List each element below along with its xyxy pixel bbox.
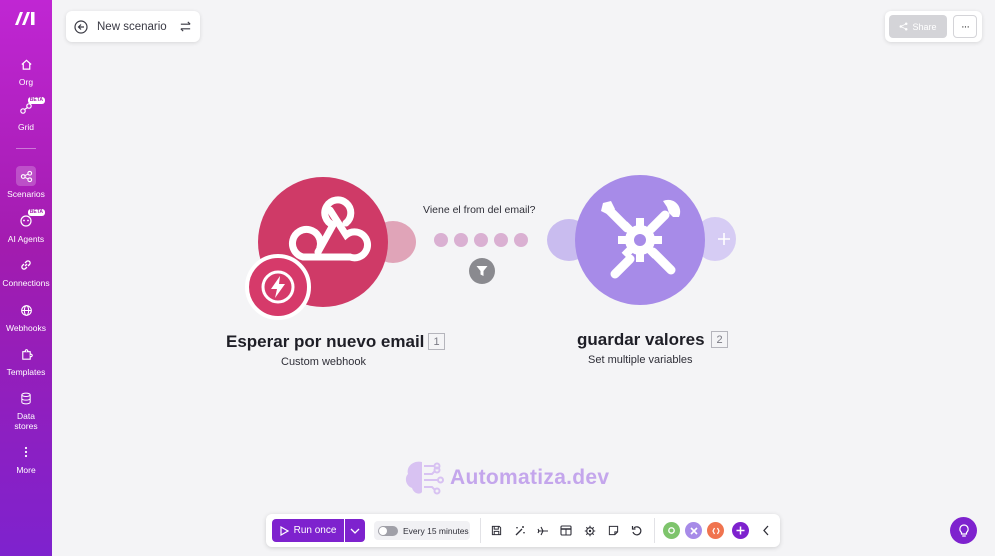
more-options-button[interactable]: ··· bbox=[953, 15, 977, 38]
sidebar-item-label: Data stores bbox=[14, 411, 38, 431]
schedule-label: Every 15 minutes bbox=[403, 525, 469, 536]
sidebar-item-templates[interactable]: Templates bbox=[0, 344, 52, 377]
add-app-button[interactable] bbox=[732, 522, 749, 539]
top-right-actions: Share ··· bbox=[885, 11, 982, 42]
help-button[interactable] bbox=[950, 517, 977, 544]
toolbar-divider bbox=[654, 518, 655, 543]
share-icon bbox=[900, 22, 908, 31]
route-dot bbox=[434, 233, 448, 247]
run-once-button[interactable]: Run once bbox=[272, 519, 344, 542]
lightbulb-icon bbox=[958, 523, 969, 537]
sidebar-item-label: Templates bbox=[6, 367, 46, 377]
sidebar-item-scenarios[interactable]: Scenarios bbox=[0, 166, 52, 199]
module-1-number: 1 bbox=[428, 333, 445, 350]
table-icon[interactable] bbox=[558, 523, 573, 538]
filter-button[interactable] bbox=[469, 258, 495, 284]
share-label: Share bbox=[912, 21, 937, 32]
sidebar-item-label: Grid bbox=[17, 122, 35, 132]
more-vertical-icon bbox=[16, 442, 36, 462]
sidebar-divider bbox=[16, 148, 36, 149]
swap-icon[interactable] bbox=[179, 20, 192, 33]
sidebar-item-label: AI Agents bbox=[7, 234, 45, 244]
globe-icon bbox=[16, 300, 36, 320]
module-2-tools[interactable] bbox=[575, 175, 705, 305]
sidebar-item-connections[interactable]: Connections bbox=[0, 255, 52, 288]
airplane-icon[interactable] bbox=[535, 523, 550, 538]
plus-icon bbox=[718, 233, 730, 245]
sidebar-item-grid[interactable]: BETA Grid bbox=[0, 97, 52, 132]
tools-app-icon[interactable] bbox=[685, 522, 702, 539]
sidebar-item-label: Org bbox=[18, 77, 34, 87]
route-label[interactable]: Viene el from del email? bbox=[423, 204, 535, 216]
beta-badge: BETA bbox=[27, 209, 45, 216]
magic-wand-icon[interactable] bbox=[512, 523, 527, 538]
module-2-title[interactable]: guardar valores bbox=[577, 330, 705, 350]
puzzle-icon bbox=[16, 344, 36, 364]
ai-agent-icon: BETA bbox=[16, 209, 45, 231]
sidebar: Org BETA Grid Scenarios BETA AI Agents C… bbox=[0, 0, 52, 556]
run-once-label: Run once bbox=[293, 525, 337, 536]
home-icon bbox=[16, 54, 36, 74]
lightning-icon bbox=[261, 270, 295, 304]
plus-icon bbox=[736, 526, 745, 535]
sidebar-item-label: Connections bbox=[2, 278, 50, 288]
route-dot bbox=[494, 233, 508, 247]
instant-trigger-badge bbox=[245, 254, 311, 320]
link-icon bbox=[16, 255, 36, 275]
route-dot bbox=[514, 233, 528, 247]
watermark-text: Automatiza.dev bbox=[450, 466, 610, 489]
json-app-icon[interactable] bbox=[707, 522, 724, 539]
sidebar-item-label: More bbox=[16, 465, 36, 475]
sidebar-item-label: Scenarios bbox=[7, 189, 45, 199]
undo-icon[interactable] bbox=[629, 523, 644, 538]
sidebar-item-data-stores[interactable]: Data stores bbox=[0, 388, 52, 431]
scenarios-icon bbox=[16, 166, 36, 186]
route-dot bbox=[474, 233, 488, 247]
bottom-toolbar: Run once Every 15 minutes bbox=[266, 514, 780, 547]
sidebar-item-label: Webhooks bbox=[5, 323, 46, 333]
database-icon bbox=[16, 388, 36, 408]
grid-icon: BETA bbox=[16, 97, 45, 119]
module-1-subtitle: Custom webhook bbox=[281, 356, 366, 368]
route-dot bbox=[454, 233, 468, 247]
back-arrow-icon[interactable] bbox=[74, 19, 88, 34]
gear-icon[interactable] bbox=[582, 523, 597, 538]
save-icon[interactable] bbox=[489, 523, 504, 538]
sidebar-item-org[interactable]: Org bbox=[0, 54, 52, 87]
tools-icon bbox=[601, 199, 681, 279]
toolbar-divider bbox=[480, 518, 481, 543]
chevron-down-icon bbox=[350, 528, 360, 534]
schedule-toggle[interactable] bbox=[378, 525, 398, 536]
run-options-dropdown[interactable] bbox=[345, 519, 365, 542]
sidebar-item-ai-agents[interactable]: BETA AI Agents bbox=[0, 209, 52, 244]
play-icon bbox=[279, 525, 289, 536]
chevron-left-icon[interactable] bbox=[758, 523, 773, 538]
module-1-title[interactable]: Esperar por nuevo email bbox=[226, 332, 424, 352]
filter-icon bbox=[476, 266, 488, 276]
note-icon[interactable] bbox=[606, 523, 621, 538]
brain-circuit-icon bbox=[405, 461, 444, 495]
make-logo-icon[interactable] bbox=[13, 9, 39, 27]
schedule-control[interactable]: Every 15 minutes bbox=[374, 521, 470, 540]
share-button[interactable]: Share bbox=[889, 15, 947, 38]
module-2-subtitle: Set multiple variables bbox=[588, 354, 693, 366]
sidebar-item-webhooks[interactable]: Webhooks bbox=[0, 300, 52, 333]
watermark: Automatiza.dev bbox=[402, 458, 609, 498]
sidebar-item-more[interactable]: More bbox=[0, 442, 52, 475]
beta-badge: BETA bbox=[27, 97, 45, 104]
app-module-green-icon[interactable] bbox=[663, 522, 680, 539]
scenario-name[interactable]: New scenario bbox=[97, 21, 179, 33]
module-2-number: 2 bbox=[711, 331, 728, 348]
scenario-header: New scenario bbox=[66, 11, 200, 42]
